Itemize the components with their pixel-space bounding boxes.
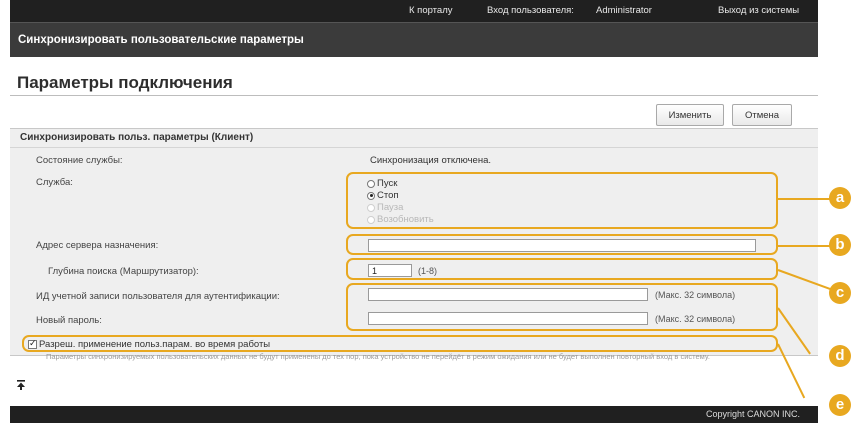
login-user-label: Вход пользователя: [487,5,574,16]
highlight-box-b [346,234,778,255]
window-title-bar: Синхронизировать пользовательские параме… [10,22,818,57]
server-address-label: Адрес сервера назначения: [36,240,159,251]
page-title: Параметры подключения [17,73,233,92]
login-user-name: Administrator [596,5,652,16]
account-id-label: ИД учетной записи пользователя для аутен… [36,291,280,302]
highlight-box-d [346,283,778,331]
copyright-text: Copyright CANON INC. [705,409,800,419]
section-title: Синхронизировать польз. параметры (Клиен… [20,132,254,143]
leader-line-a [778,198,830,200]
callout-b: b [829,234,851,256]
service-status-label: Состояние службы: [36,155,123,166]
service-label: Служба: [36,177,73,188]
arrow-up-to-top-icon[interactable] [15,378,27,390]
logout-link[interactable]: Выход из системы [718,5,799,16]
highlight-box-a [346,172,778,229]
callout-e: e [829,394,851,416]
service-status-value: Синхронизация отключена. [370,155,492,166]
section-header: Синхронизировать польз. параметры (Клиен… [10,129,818,148]
portal-link[interactable]: К порталу [409,5,453,16]
title-divider [10,95,818,96]
window-title: Синхронизировать пользовательские параме… [18,34,304,46]
new-password-label: Новый пароль: [36,315,102,326]
allow-apply-note: Параметры синхронизируемых пользовательс… [46,352,710,361]
cancel-button[interactable]: Отмена [732,104,792,126]
top-nav-bar: К порталу Вход пользователя: Administrat… [10,0,818,22]
callout-d: d [829,345,851,367]
callout-c: c [829,282,851,304]
callout-a: a [829,187,851,209]
search-depth-label: Глубина поиска (Маршрутизатор): [48,266,199,277]
leader-line-b [778,245,830,247]
highlight-box-c [346,258,778,280]
footer-bar: Copyright CANON INC. [10,406,818,423]
highlight-box-e [22,335,778,352]
change-button[interactable]: Изменить [656,104,724,126]
